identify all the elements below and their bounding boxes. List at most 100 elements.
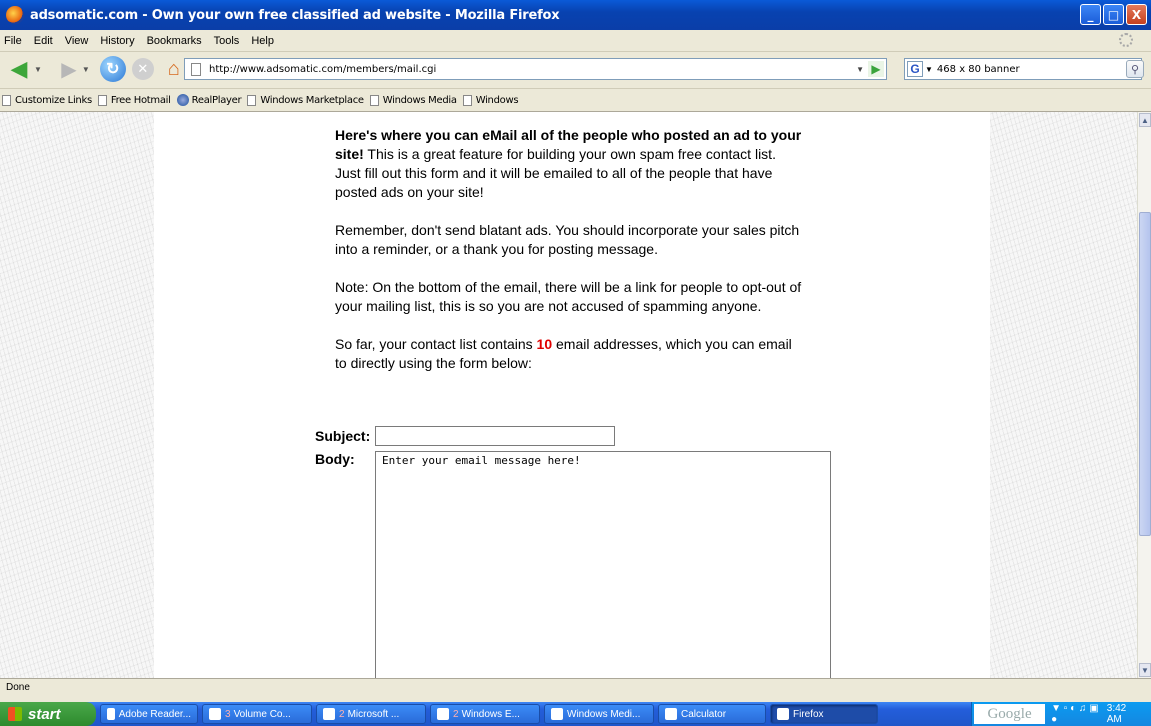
bookmark-label: Windows <box>475 94 519 106</box>
bookmark-windows-marketplace[interactable]: Windows Marketplace <box>247 94 364 106</box>
window-controls: _ □ X <box>1080 4 1147 25</box>
windows-flag-icon <box>8 707 22 721</box>
body-label: Body: <box>315 451 355 467</box>
page-icon <box>462 94 472 106</box>
bookmark-label: Windows Marketplace <box>260 94 364 106</box>
bookmark-label: Free Hotmail <box>110 94 171 106</box>
task-label: Volume Co... <box>233 708 291 720</box>
menu-bookmarks[interactable]: Bookmarks <box>147 35 202 47</box>
opt-out-note-paragraph: Note: On the bottom of the email, there … <box>335 279 802 314</box>
stop-icon[interactable]: ✕ <box>131 58 154 80</box>
maximize-button[interactable]: □ <box>1103 4 1124 25</box>
task-label: Windows Medi... <box>567 708 641 720</box>
bookmark-windows-media[interactable]: Windows Media <box>369 94 457 106</box>
word-icon <box>323 708 335 720</box>
volume-control-icon <box>209 708 221 720</box>
url-history-dropdown-icon[interactable]: ▼ <box>856 65 864 74</box>
bookmark-customize-links[interactable]: Customize Links <box>2 94 92 106</box>
clock: 3:42 AM <box>1106 703 1127 725</box>
tray-icons[interactable]: ▼ ▫ ◐ ♫ ▣ ● <box>1051 703 1107 725</box>
vertical-scrollbar[interactable]: ▲ ▼ <box>1137 112 1151 678</box>
scrollbar-thumb[interactable] <box>1139 212 1151 536</box>
body-textarea[interactable]: Enter your email message here! <box>375 451 831 678</box>
start-label: start <box>28 705 61 723</box>
taskbar-item-windows-media[interactable]: Windows Medi... <box>544 704 654 724</box>
page-icon <box>369 94 379 106</box>
status-text: Done <box>6 682 30 693</box>
bookmark-label: RealPlayer <box>191 94 242 106</box>
bookmarks-toolbar: Customize Links Free Hotmail RealPlayer … <box>0 88 1151 112</box>
forward-history-dropdown-icon[interactable]: ▼ <box>82 65 90 74</box>
taskbar-item-calculator[interactable]: Calculator <box>658 704 766 724</box>
left-background-pattern <box>0 112 154 678</box>
bookmark-windows[interactable]: Windows <box>462 94 519 106</box>
google-search-engine-icon[interactable]: G <box>907 61 923 77</box>
task-label: Adobe Reader... <box>118 708 191 720</box>
bookmark-free-hotmail[interactable]: Free Hotmail <box>97 94 171 106</box>
reminder-paragraph: Remember, don't send blatant ads. You sh… <box>335 222 800 257</box>
windows-taskbar: start Adobe Reader... 3 Volume Co... 2 Mic… <box>0 702 1151 726</box>
subject-input[interactable] <box>375 426 615 446</box>
page-icon <box>2 94 11 106</box>
title-bar: adsomatic.com - Own your own free classi… <box>0 0 1151 30</box>
bookmark-realplayer[interactable]: RealPlayer <box>176 94 242 106</box>
forward-arrow-icon[interactable]: ▶ <box>58 56 80 82</box>
magnifier-search-icon[interactable]: ⚲ <box>1126 60 1144 78</box>
contact-count: 10 <box>536 336 553 352</box>
url-bar[interactable]: http://www.adsomatic.com/members/mail.cg… <box>184 58 887 80</box>
task-count: 2 <box>453 708 459 720</box>
media-player-icon <box>551 708 563 720</box>
task-count: 2 <box>339 708 345 720</box>
window-title: adsomatic.com - Own your own free classi… <box>30 7 560 23</box>
taskbar-item-microsoft[interactable]: 2 Microsoft ... <box>316 704 426 724</box>
system-tray: Google ▼ ▫ ◐ ♫ ▣ ● 3:42 AM <box>971 702 1151 726</box>
close-button[interactable]: X <box>1126 4 1147 25</box>
calculator-icon <box>665 708 677 720</box>
menu-bar: File Edit View History Bookmarks Tools H… <box>0 30 1151 52</box>
search-input[interactable]: 468 x 80 banner <box>937 64 1020 75</box>
taskbar-item-windows-explorer[interactable]: 2 Windows E... <box>430 704 540 724</box>
reload-icon[interactable]: ↻ <box>99 56 126 82</box>
realplayer-icon <box>176 94 189 106</box>
intro-text: This is a great feature for building you… <box>335 146 776 200</box>
task-label: Microsoft ... <box>347 708 400 720</box>
page-icon <box>191 62 201 76</box>
intro-paragraph: Here's where you can eMail all of the pe… <box>335 126 805 202</box>
url-text[interactable]: http://www.adsomatic.com/members/mail.cg… <box>209 64 436 75</box>
scroll-up-arrow-icon[interactable]: ▲ <box>1139 113 1151 127</box>
scroll-down-arrow-icon[interactable]: ▼ <box>1139 663 1151 677</box>
google-search-deskbar[interactable]: Google <box>974 704 1046 724</box>
menu-file[interactable]: File <box>4 35 22 47</box>
right-background-pattern <box>990 112 1137 678</box>
taskbar-item-firefox[interactable]: Firefox <box>770 704 878 724</box>
firefox-icon <box>777 708 789 720</box>
page-content: Here's where you can eMail all of the pe… <box>0 112 1137 678</box>
instructions-text: Here's where you can eMail all of the pe… <box>335 126 805 392</box>
taskbar-item-adobe-reader[interactable]: Adobe Reader... <box>100 704 198 724</box>
back-history-dropdown-icon[interactable]: ▼ <box>34 65 42 74</box>
menu-edit[interactable]: Edit <box>34 35 53 47</box>
search-box[interactable]: G ▼ 468 x 80 banner <box>904 58 1142 80</box>
throbber-icon <box>1119 33 1133 47</box>
adobe-reader-icon <box>107 708 115 720</box>
home-icon[interactable]: ⌂ <box>162 57 186 81</box>
minimize-button[interactable]: _ <box>1080 4 1101 25</box>
back-arrow-icon[interactable]: ◀ <box>6 56 32 82</box>
taskbar-item-volume-control[interactable]: 3 Volume Co... <box>202 704 312 724</box>
task-label: Calculator <box>681 708 727 720</box>
contact-count-prefix: So far, your contact list contains <box>335 336 537 352</box>
page-icon <box>97 94 107 106</box>
page-icon <box>247 94 257 106</box>
menu-history[interactable]: History <box>100 35 134 47</box>
bookmark-label: Customize Links <box>15 94 92 106</box>
start-button[interactable]: start <box>0 702 96 726</box>
search-engine-dropdown-icon[interactable]: ▼ <box>925 65 933 74</box>
folder-icon <box>437 708 449 720</box>
subject-label: Subject: <box>315 428 371 444</box>
menu-view[interactable]: View <box>65 35 89 47</box>
menu-help[interactable]: Help <box>251 35 274 47</box>
menu-tools[interactable]: Tools <box>214 35 240 47</box>
contact-count-paragraph: So far, your contact list contains 10 em… <box>335 335 805 373</box>
task-label: Firefox <box>793 708 824 720</box>
go-arrow-icon[interactable]: ▶ <box>868 61 884 77</box>
